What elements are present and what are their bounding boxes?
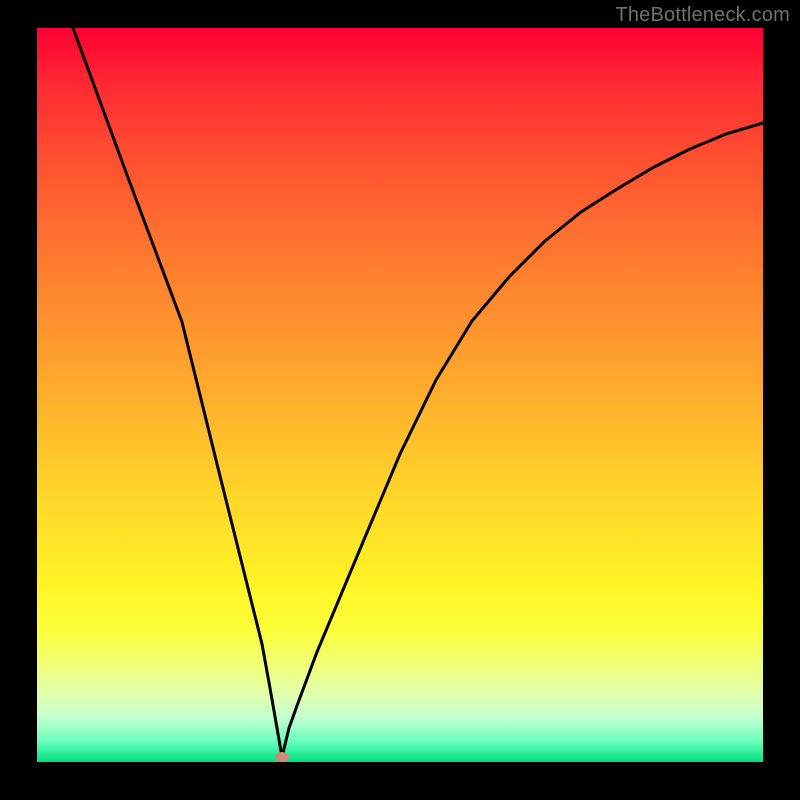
bottleneck-curve [73, 28, 763, 757]
min-point-marker [275, 752, 289, 762]
plot-area [37, 28, 763, 762]
curve-svg [37, 28, 763, 762]
watermark-text: TheBottleneck.com [615, 4, 790, 27]
